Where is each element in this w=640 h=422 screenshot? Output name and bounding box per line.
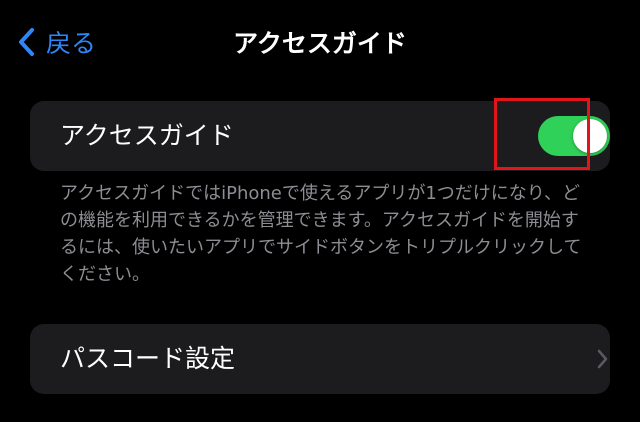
passcode-settings-label: パスコード設定 [60,344,236,373]
passcode-settings-row[interactable]: パスコード設定 [30,324,610,394]
toggle-knob [573,119,607,153]
guided-access-description: アクセスガイドではiPhoneで使えるアプリが1つだけになり、どの機能を利用でき… [60,183,582,285]
chevron-right-icon [597,349,608,369]
guided-access-label: アクセスガイド [60,121,234,150]
guided-access-toggle[interactable] [538,116,610,156]
guided-access-row: アクセスガイド [30,101,610,171]
page-title: アクセスガイド [233,29,407,58]
navigation-bar: 戻る アクセスガイド [0,0,640,84]
